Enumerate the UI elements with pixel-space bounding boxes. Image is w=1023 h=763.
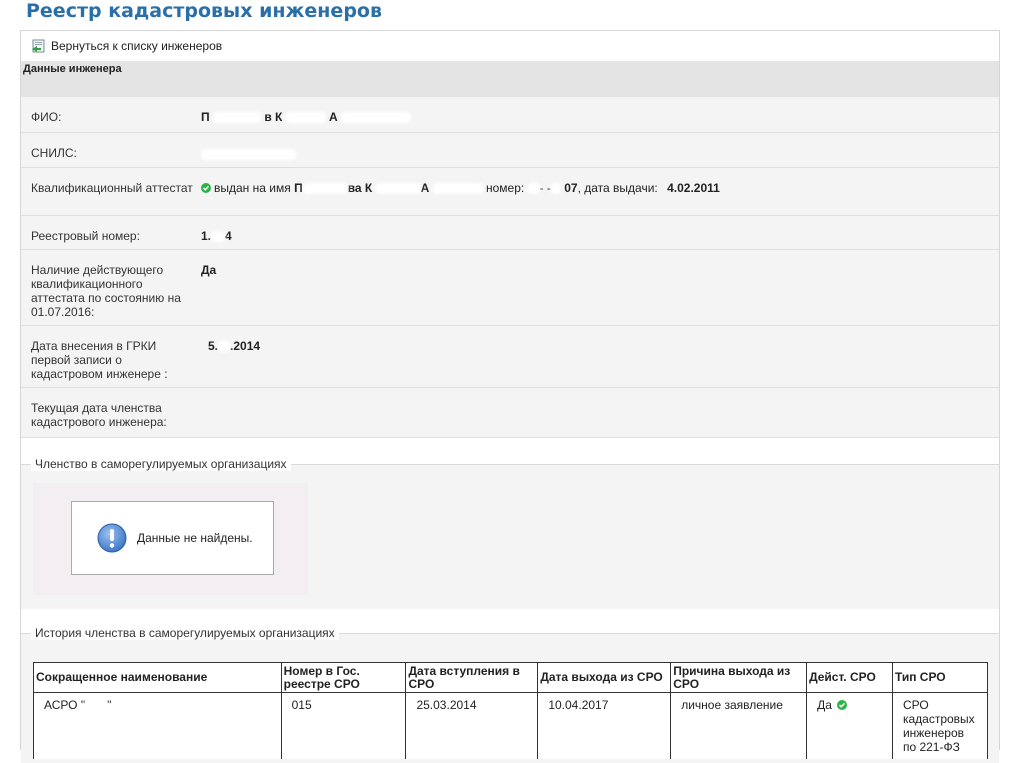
history-table: Сокращенное наименование Номер в Гос. ре… <box>33 662 989 759</box>
engineer-panel: Вернуться к списку инженеров Данные инже… <box>20 30 1000 763</box>
cell-join-date: 25.03.2014 <box>405 692 539 759</box>
reg-number-value: 1. 4 <box>201 229 232 243</box>
row-fio: ФИО: П в К А <box>21 97 999 133</box>
attest-label: Квалификационный аттестат <box>31 181 193 195</box>
cell-active: Да <box>806 692 893 759</box>
page-title: Реестр кадастровых инженеров <box>26 0 382 22</box>
fio-value: П в К А <box>201 110 412 124</box>
col-exit-date: Дата выхода из СРО <box>537 662 672 693</box>
row-valid-attestat: Наличие действующего квалификационного а… <box>21 250 999 326</box>
reg-number-label: Реестровый номер: <box>31 229 140 243</box>
grki-date-value: 5. .2014 <box>208 339 261 353</box>
table-row: АСРО " " 015 25.03.2014 10.04.2017 личное… <box>33 692 989 759</box>
notfound-text: Данные не найдены. <box>137 531 253 545</box>
cell-type: СРО кадастровых инженеров по 221-ФЗ <box>891 692 989 759</box>
grki-date-label: Дата внесения в ГРКИ первой записи о кад… <box>31 339 168 381</box>
col-name: Сокращенное наименование <box>33 662 282 693</box>
membership-fieldset: Членство в саморегулируемых организациях… <box>21 457 999 609</box>
membership-date-label: Текущая дата членства кадастрового инжен… <box>31 401 167 429</box>
row-grki-date: Дата внесения в ГРКИ первой записи о кад… <box>21 326 999 388</box>
snils-label: СНИЛС: <box>31 146 77 160</box>
fio-label: ФИО: <box>31 110 62 124</box>
back-link-label: Вернуться к списку инженеров <box>51 39 223 53</box>
col-active: Дейст. СРО <box>806 662 893 693</box>
snils-value <box>201 146 296 161</box>
history-header-row: Сокращенное наименование Номер в Гос. ре… <box>33 662 989 693</box>
back-arrow-icon <box>32 39 45 53</box>
row-attestat: Квалификационный аттестат выдан на имя П… <box>21 168 999 216</box>
membership-legend: Членство в саморегулируемых организациях <box>31 457 291 471</box>
section-title: Данные инженера <box>23 63 122 75</box>
col-exit-reason: Причина выхода из СРО <box>670 662 808 693</box>
history-legend: История членства в саморегулируемых орга… <box>31 626 339 640</box>
exclamation-icon <box>97 523 127 553</box>
row-snils: СНИЛС: <box>21 133 999 168</box>
cell-number: 015 <box>280 692 407 759</box>
section-header: Данные инженера <box>21 61 999 97</box>
cell-exit-date: 10.04.2017 <box>537 692 672 759</box>
col-number: Номер в Гос. реестре СРО <box>280 662 407 693</box>
check-ok-icon <box>837 700 848 710</box>
back-to-list-link[interactable]: Вернуться к списку инженеров <box>31 37 222 55</box>
row-membership-date: Текущая дата членства кадастрового инжен… <box>21 388 999 438</box>
col-join-date: Дата вступления в СРО <box>405 662 539 693</box>
check-ok-icon <box>201 183 211 193</box>
valid-attestat-value: Да <box>201 263 217 277</box>
notfound-message-box: Данные не найдены. <box>71 501 274 575</box>
attest-value: выдан на имя Пва К А номер: - - 07, дата… <box>201 181 720 195</box>
cell-name: АСРО " " <box>33 692 282 759</box>
history-fieldset: История членства в саморегулируемых орга… <box>21 626 999 763</box>
cell-exit-reason: личное заявление <box>670 692 808 759</box>
valid-attestat-label: Наличие действующего квалификационного а… <box>31 263 181 319</box>
row-reg-number: Реестровый номер: 1. 4 <box>21 216 999 250</box>
col-type: Тип СРО <box>891 662 989 693</box>
notfound-area: Данные не найдены. <box>33 483 308 595</box>
